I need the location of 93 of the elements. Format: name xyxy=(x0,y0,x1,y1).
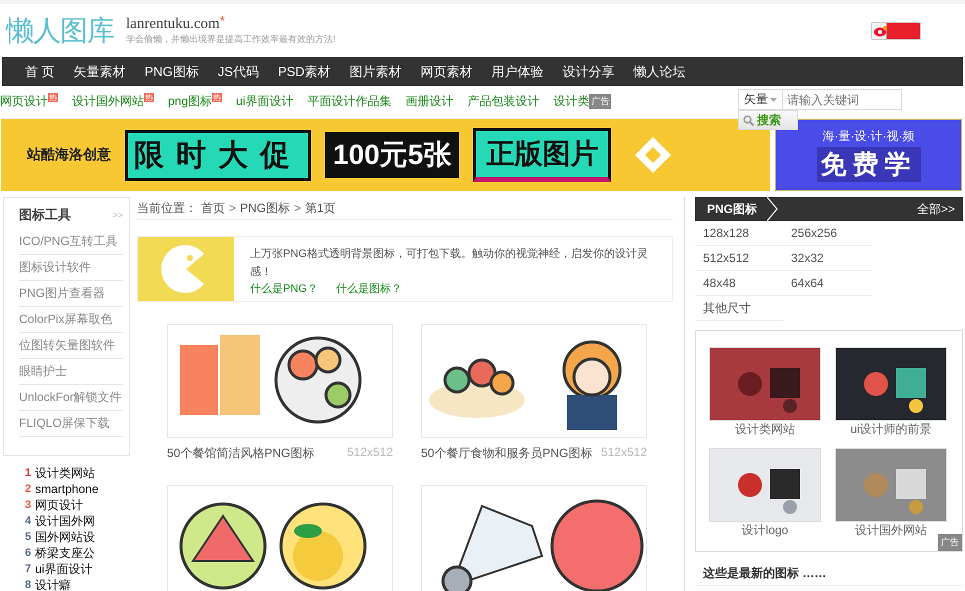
topic-link[interactable]: 网页设计 xyxy=(0,93,48,110)
search-term-link[interactable]: 桥梁支座公 xyxy=(35,545,96,561)
topic-link[interactable]: 设计类 xyxy=(553,93,590,110)
size-link[interactable]: 512x512 xyxy=(695,246,783,271)
topic-link[interactable]: png图标 xyxy=(168,93,212,110)
breadcrumb-separator: > xyxy=(229,201,236,215)
rank-number: 3 xyxy=(25,498,32,513)
banner-brand: 站酷海洛创意 xyxy=(27,146,111,164)
slogan: 学会偷懒，并懒出境界是提高工作效率最有效的方法! xyxy=(126,32,336,46)
faq-link[interactable]: 什么是PNG？ xyxy=(250,281,318,296)
breadcrumb-separator: > xyxy=(294,201,302,215)
topic-link[interactable]: 平面设计作品集 xyxy=(307,93,392,110)
search-term-link[interactable]: 国外网站设 xyxy=(35,529,96,545)
ad-caption[interactable]: 设计logo xyxy=(742,522,788,539)
search-term-link[interactable]: 网页设计 xyxy=(35,497,84,513)
tool-link[interactable]: 位图转矢量图软件 xyxy=(19,333,123,359)
rank-number: 4 xyxy=(25,514,32,529)
nav-link[interactable]: 设计分享 xyxy=(562,62,615,80)
icon-set-title[interactable]: 50个餐厅食物和服务员PNG图标 xyxy=(421,445,592,462)
banner-tagline: 海·量·设·计·视·频 xyxy=(822,128,914,145)
search-term-link[interactable]: 设计癖 xyxy=(35,577,72,591)
tool-link[interactable]: UnlockFor解锁文件 xyxy=(19,385,123,411)
nav-link[interactable]: PNG图标 xyxy=(144,62,199,80)
rank-number: 8 xyxy=(25,578,32,591)
nav-link[interactable]: 用户体验 xyxy=(492,62,544,80)
rank-number: 7 xyxy=(25,562,32,577)
pacman-icon xyxy=(138,237,234,301)
section-title: PNG图标 xyxy=(706,200,758,218)
nav-link[interactable]: 网页素材 xyxy=(420,62,473,80)
search-term-link[interactable]: ui界面设计 xyxy=(35,561,92,577)
icon-set-title[interactable]: 50个餐馆简洁风格PNG图标 xyxy=(167,445,314,462)
weibo-button[interactable] xyxy=(871,22,921,40)
banner-offer: 100元5张 xyxy=(325,132,460,178)
tool-link[interactable]: ColorPix屏幕取色 xyxy=(19,307,123,333)
hot-badge: 热 xyxy=(48,93,58,102)
banner-tag: 正版图片 xyxy=(473,128,612,182)
tool-link[interactable]: FLIQLO屏保下载 xyxy=(19,411,123,437)
rank-number: 1 xyxy=(25,466,32,481)
nav-link[interactable]: JS代码 xyxy=(218,62,259,80)
size-link[interactable]: 48x48 xyxy=(695,271,783,296)
nav-link[interactable]: PSD素材 xyxy=(278,62,331,80)
intro-text: 上万张PNG格式透明背景图标，可打包下载。触动你的视觉神经，启发你的设计灵感！ xyxy=(250,248,648,278)
ad-caption[interactable]: ui设计师的前景 xyxy=(850,421,932,438)
search-term-link[interactable]: 设计国外网 xyxy=(35,513,96,529)
weibo-icon xyxy=(874,24,888,36)
section-heading: 这些是最新的图标 …… xyxy=(695,552,963,586)
chevron-icon xyxy=(767,197,780,221)
topic-link[interactable]: 产品包装设计 xyxy=(467,93,540,110)
topic-link[interactable]: 设计国外网站 xyxy=(72,93,144,110)
category-dropdown[interactable]: 矢量 xyxy=(738,89,782,110)
size-link[interactable]: 其他尺寸 xyxy=(695,296,783,321)
breadcrumb-link[interactable]: PNG图标 xyxy=(240,200,290,216)
rank-number: 2 xyxy=(25,482,32,497)
ad-label: 广告 xyxy=(938,534,962,551)
topic-link[interactable]: 画册设计 xyxy=(405,93,454,110)
ad-label: 广告 xyxy=(589,94,612,109)
size-link[interactable]: 128x128 xyxy=(695,221,783,246)
topic-link[interactable]: ui界面设计 xyxy=(236,93,294,110)
nav-link[interactable]: 图片素材 xyxy=(350,62,402,80)
size-link[interactable]: 32x32 xyxy=(783,246,871,271)
tool-link[interactable]: ICO/PNG互转工具 xyxy=(19,229,123,255)
size-link[interactable]: 256x256 xyxy=(783,221,871,246)
rank-number: 6 xyxy=(25,546,32,561)
search-term-link[interactable]: 设计类网站 xyxy=(35,465,96,481)
nav-link[interactable]: 首 页 xyxy=(25,62,55,80)
nav-link[interactable]: 矢量素材 xyxy=(74,62,126,80)
hot-badge: 热 xyxy=(144,93,154,102)
ad-caption[interactable]: 设计国外网站 xyxy=(855,522,927,539)
panel-title: 图标工具 xyxy=(19,206,71,224)
search-field[interactable]: 请输入关键词 xyxy=(782,89,902,110)
breadcrumb-link[interactable]: 第1页 xyxy=(305,200,336,216)
star-mark: * xyxy=(220,16,225,26)
icon-size: 512x512 xyxy=(600,445,647,461)
hot-badge: 热 xyxy=(212,93,222,102)
banner-headline: 免费学 xyxy=(816,147,920,182)
site-domain: lanrentuku.com xyxy=(126,16,220,32)
tool-link[interactable]: 图标设计软件 xyxy=(19,255,123,281)
more-link[interactable]: 全部>> xyxy=(916,200,963,218)
breadcrumb-label: 当前位置： xyxy=(137,200,197,216)
caret-icon xyxy=(770,98,777,102)
faq-link[interactable]: 什么是图标？ xyxy=(336,281,402,296)
search-term-link[interactable]: smartphone xyxy=(35,481,98,497)
search-icon xyxy=(743,114,754,126)
rank-number: 5 xyxy=(25,530,32,545)
ad-caption[interactable]: 设计类网站 xyxy=(735,421,795,438)
size-link[interactable]: 64x64 xyxy=(783,271,871,296)
tool-link[interactable]: PNG图片查看器 xyxy=(19,281,123,307)
icon-size: 512x512 xyxy=(346,445,393,461)
diamond-icon xyxy=(633,135,674,175)
breadcrumb-link[interactable]: 首页 xyxy=(201,200,225,216)
banner-headline: 限时大促 xyxy=(125,130,311,180)
nav-link[interactable]: 懒人论坛 xyxy=(634,62,686,80)
tool-link[interactable]: 眼睛护士 xyxy=(19,359,123,385)
